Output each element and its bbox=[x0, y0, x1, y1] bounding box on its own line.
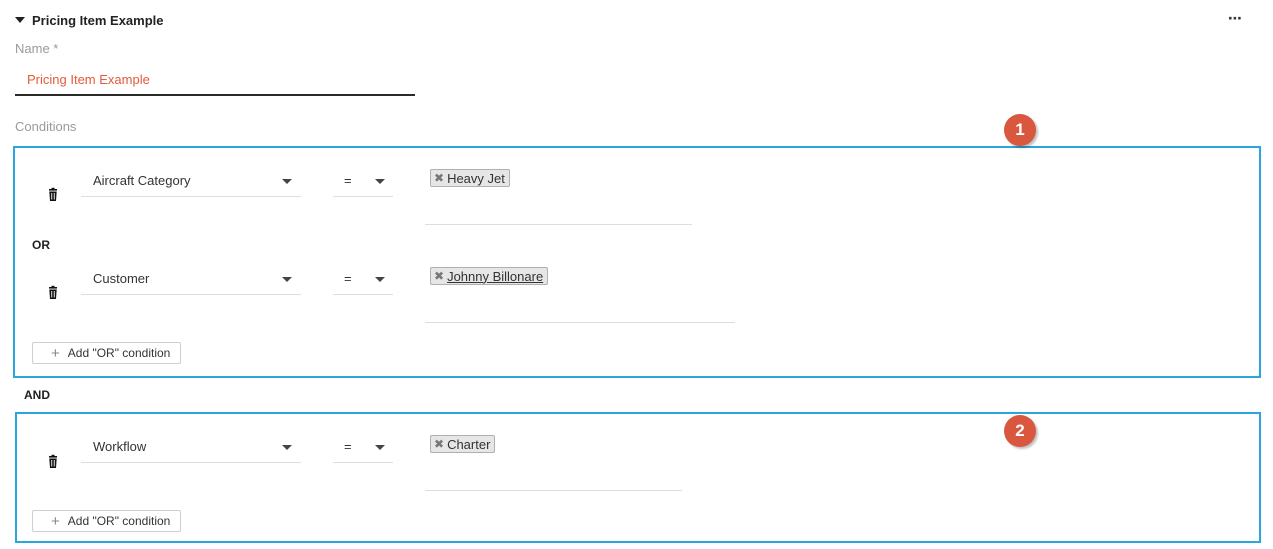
chevron-down-icon bbox=[282, 445, 292, 450]
more-options-button[interactable]: ⋯ bbox=[1228, 10, 1243, 27]
field-select-value: Customer bbox=[93, 271, 150, 286]
callout-badge-1: 1 bbox=[1004, 114, 1036, 146]
value-tag-label: Heavy Jet bbox=[447, 170, 505, 186]
close-icon[interactable]: ✖ bbox=[434, 437, 444, 451]
field-select-workflow[interactable]: Workflow bbox=[81, 431, 301, 463]
name-label: Name * bbox=[15, 41, 59, 56]
value-tag: ✖ Johnny Billonare bbox=[430, 267, 549, 285]
chevron-down-icon bbox=[375, 277, 385, 282]
operator-select[interactable]: = bbox=[333, 431, 393, 463]
plus-icon: + bbox=[51, 344, 60, 362]
chevron-down-icon bbox=[375, 179, 385, 184]
add-or-condition-button[interactable]: + Add "OR" condition bbox=[32, 510, 182, 532]
operator-select[interactable]: = bbox=[333, 263, 393, 295]
or-label: OR bbox=[32, 238, 50, 252]
value-input[interactable] bbox=[425, 322, 735, 323]
conditions-label: Conditions bbox=[15, 119, 77, 134]
chevron-down-icon bbox=[282, 277, 292, 282]
section-title: Pricing Item Example bbox=[32, 12, 164, 28]
caret-down-icon[interactable] bbox=[15, 17, 25, 23]
name-input[interactable] bbox=[15, 64, 415, 96]
trash-icon[interactable] bbox=[45, 285, 61, 301]
operator-value: = bbox=[344, 271, 352, 286]
operator-value: = bbox=[344, 173, 352, 188]
operator-select[interactable]: = bbox=[333, 165, 393, 197]
add-or-condition-label: Add "OR" condition bbox=[67, 514, 171, 528]
value-tag: ✖ Heavy Jet bbox=[430, 169, 510, 187]
operator-value: = bbox=[344, 439, 352, 454]
and-label: AND bbox=[24, 388, 50, 402]
trash-icon[interactable] bbox=[45, 454, 61, 470]
add-or-condition-button[interactable]: + Add "OR" condition bbox=[32, 342, 182, 364]
close-icon[interactable]: ✖ bbox=[434, 269, 444, 283]
plus-icon: + bbox=[51, 512, 60, 530]
field-select-customer[interactable]: Customer bbox=[81, 263, 301, 295]
value-input[interactable] bbox=[425, 490, 682, 491]
field-select-value: Aircraft Category bbox=[93, 173, 191, 188]
value-tag-link[interactable]: Johnny Billonare bbox=[447, 269, 543, 284]
value-tag-label: Charter bbox=[447, 436, 491, 452]
add-or-condition-label: Add "OR" condition bbox=[67, 346, 171, 360]
chevron-down-icon bbox=[282, 179, 292, 184]
value-input[interactable] bbox=[425, 224, 692, 225]
close-icon[interactable]: ✖ bbox=[434, 171, 444, 185]
callout-badge-2: 2 bbox=[1004, 415, 1036, 447]
value-tag: ✖ Charter bbox=[430, 435, 496, 453]
field-select-value: Workflow bbox=[93, 439, 147, 454]
section-header[interactable]: Pricing Item Example bbox=[15, 10, 164, 30]
chevron-down-icon bbox=[375, 445, 385, 450]
field-select-aircraft-category[interactable]: Aircraft Category bbox=[81, 165, 301, 197]
trash-icon[interactable] bbox=[45, 187, 61, 203]
